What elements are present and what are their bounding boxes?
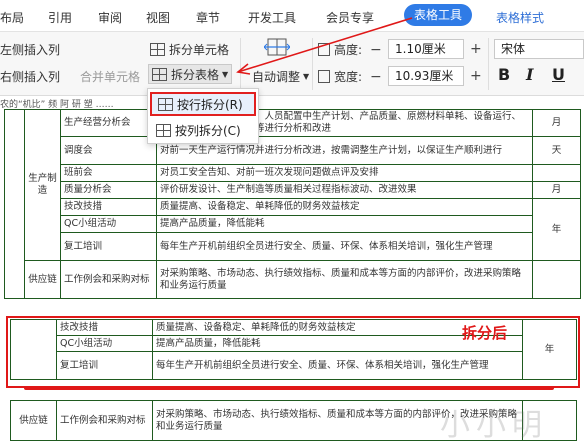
split-by-col-label: 按列拆分(C) [175, 123, 241, 138]
split-by-row-item[interactable]: 按行拆分(R) [150, 92, 256, 116]
group-cell: 生产制造 [24, 109, 61, 261]
split-by-row-label: 按行拆分(R) [177, 97, 243, 112]
row-name-cell: 工作例会和采购对标 [56, 400, 153, 441]
row-desc-cell: 每年生产开机前组织全员进行安全、质量、环保、体系相关培训，强化生产管理 [156, 232, 533, 261]
font-family-select[interactable]: 宋体 [494, 39, 584, 59]
ribbon-divider [240, 38, 241, 90]
group-cell: 供应链 [24, 260, 61, 299]
menu-view[interactable]: 视图 [146, 9, 170, 26]
table-original: 生产制造 生产经营分析会 生产经营中生产、计划、人员配置中生产计划、产品质量、原… [4, 109, 581, 299]
row-name-cell: 复工培训 [60, 232, 157, 261]
split-table-label: 拆分表格 [171, 67, 220, 82]
tab-table-tools[interactable]: 表格工具 [404, 4, 473, 26]
split-row-icon [158, 97, 173, 111]
bold-button[interactable]: B [498, 65, 510, 84]
italic-button[interactable]: I [526, 65, 533, 84]
split-table-button[interactable]: 拆分表格 ▼ [148, 64, 233, 84]
merge-cells-label: 合并单元格 [80, 70, 141, 84]
tab-table-style[interactable]: 表格样式 [496, 9, 544, 26]
col-width-icon [318, 70, 330, 83]
table-row: 质量分析会 评价研发设计、生产制造等质量相关过程指标波动、改进效果 月 [5, 181, 581, 199]
ribbon-divider [312, 38, 313, 90]
row-freq-cell: 年 [532, 198, 581, 261]
row-freq-cell [532, 164, 581, 182]
row-name-cell: 质量分析会 [60, 181, 157, 199]
watermark: 小小明 [440, 408, 548, 443]
row-name-cell: 调度会 [60, 136, 157, 165]
row-name-cell: QC小组活动 [60, 215, 157, 233]
split-cells-icon [150, 43, 165, 56]
split-table-icon [152, 67, 167, 81]
auto-fit-icon [264, 36, 290, 60]
table-row: 调度会 对前一天生产运行情况并进行分析改进，按需调整生产计划，以保证生产顺利进行… [5, 136, 581, 165]
insert-left-col-label: 左侧插入列 [0, 43, 61, 57]
row-name-cell: 工作例会和采购对标 [60, 260, 157, 299]
after-split-label: 拆分后 [462, 324, 508, 342]
width-decrease-button[interactable]: − [370, 69, 382, 85]
row-freq-cell: 月 [532, 181, 581, 199]
table-row: 生产制造 生产经营分析会 生产经营中生产、计划、人员配置中生产计划、产品质量、原… [4, 109, 581, 299]
height-decrease-button[interactable]: − [370, 42, 382, 58]
chevron-down-icon: ▼ [222, 69, 229, 79]
insert-left-col-button[interactable]: 左侧插入列 [0, 41, 60, 58]
menu-developer-tools[interactable]: 开发工具 [248, 9, 296, 26]
chevron-down-icon: ▼ [303, 72, 310, 81]
height-label: 高度: [334, 43, 363, 57]
row-desc-cell: 对员工安全告知、对前一班次发现问题做点评及安排 [156, 164, 533, 182]
row-name-cell: 生产经营分析会 [60, 109, 157, 137]
table-row: 班前会 对员工安全告知、对前一班次发现问题做点评及安排 [5, 164, 581, 182]
height-input[interactable]: 1.10厘米 [388, 39, 464, 59]
width-input[interactable]: 10.93厘米 [388, 66, 464, 86]
table-row: QC小组活动 提高产品质量，降低能耗 [5, 215, 581, 233]
row-name-cell: 技改技措 [60, 198, 157, 216]
height-increase-button[interactable]: + [470, 41, 482, 57]
group-cell: 供应链 [10, 400, 57, 441]
row-desc-cell: 质量提高、设备稳定、单耗降低的财务效益核定 [156, 198, 533, 216]
insert-right-col-button[interactable]: 右侧插入列 [0, 68, 60, 85]
menu-layout[interactable]: 布局 [0, 9, 24, 26]
split-by-col-item[interactable]: 按列拆分(C) [150, 118, 256, 142]
auto-fit-label: 自动调整 [252, 70, 301, 84]
insert-right-col-label: 右侧插入列 [0, 70, 61, 84]
row-freq-cell: 月 [532, 109, 581, 137]
split-table-dropdown: 按行拆分(R) 按列拆分(C) [147, 88, 259, 144]
menu-review[interactable]: 审阅 [98, 9, 122, 26]
merge-cells-button[interactable]: 合并单元格 [80, 68, 140, 85]
menu-chapter[interactable]: 章节 [196, 9, 220, 26]
row-desc-cell: 提高产品质量，降低能耗 [156, 215, 533, 233]
menu-references[interactable]: 引用 [48, 9, 72, 26]
table-row: 供应链 工作例会和采购对标 对采购策略、市场动态、执行绩效指标、质量和成本等方面… [5, 260, 581, 299]
ribbon-divider [488, 38, 489, 90]
row-desc-cell: 对采购策略、市场动态、执行绩效指标、质量和成本等方面的内部评价，改进采购策略和业… [156, 260, 533, 299]
row-freq-cell: 天 [532, 136, 581, 165]
split-cells-label: 拆分单元格 [169, 43, 230, 57]
underline-mark [24, 386, 554, 390]
split-col-icon [156, 123, 171, 137]
menu-bar: 布局 引用 审阅 视图 章节 开发工具 会员专享 表格工具 表格样式 [0, 0, 584, 32]
underline-button[interactable]: U [552, 65, 565, 84]
menu-member[interactable]: 会员专享 [326, 9, 374, 26]
row-desc-cell: 评价研发设计、生产制造等质量相关过程指标波动、改进效果 [156, 181, 533, 199]
width-increase-button[interactable]: + [470, 68, 482, 84]
table-row: 复工培训 每年生产开机前组织全员进行安全、质量、环保、体系相关培训，强化生产管理 [5, 232, 581, 261]
row-name-cell: 班前会 [60, 164, 157, 182]
ribbon-toolbar: 左侧插入列 右侧插入列 合并单元格 拆分单元格 拆分表格 ▼ 自动调整 ▼ 高度… [0, 32, 584, 96]
document-area: 农的“机比” 频 阿 研 塑 …… 生产制造 生产经营分析会 生产经营中生产、计… [0, 97, 584, 443]
auto-fit-button[interactable]: 自动调整 ▼ [252, 68, 309, 85]
width-label: 宽度: [334, 70, 363, 84]
table-row: 技改技措 质量提高、设备稳定、单耗降低的财务效益核定 年 [5, 198, 581, 261]
row-height-icon [318, 43, 330, 56]
split-cells-button[interactable]: 拆分单元格 [150, 41, 229, 58]
height-control: 高度: [318, 41, 362, 58]
width-control: 宽度: [318, 68, 362, 85]
